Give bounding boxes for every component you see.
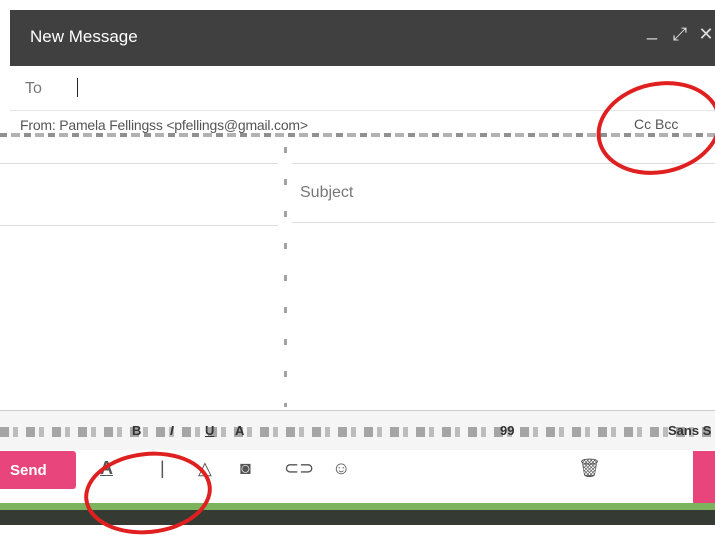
send-label: Send — [10, 461, 47, 479]
expand-icon[interactable]: ⤢ — [670, 24, 690, 48]
from-address: From: Pamela Fellingss <pfellings@gmail.… — [20, 117, 308, 133]
subject-field[interactable] — [296, 176, 700, 210]
divider — [0, 163, 278, 164]
close-icon[interactable]: ✕ — [696, 24, 715, 48]
emoji-icon[interactable]: ☺ — [332, 458, 350, 479]
render-artifact — [0, 427, 715, 437]
to-label: To — [25, 80, 42, 97]
attach-icon[interactable]: | — [160, 458, 165, 479]
bold-button[interactable]: B — [132, 423, 141, 438]
window-title: New Message — [30, 27, 138, 46]
message-body[interactable] — [292, 224, 715, 406]
to-field[interactable] — [70, 75, 594, 101]
divider — [0, 225, 278, 226]
formatting-toolbar: B I U A 99 Sans S — [0, 410, 715, 452]
right-edge-button[interactable] — [693, 451, 715, 503]
left-pane — [0, 147, 278, 407]
underline-button[interactable]: U — [205, 423, 214, 438]
bottom-strip — [0, 510, 715, 525]
font-color-button[interactable]: A — [235, 423, 244, 438]
divider — [292, 163, 715, 164]
trash-icon[interactable]: 🗑 — [578, 458, 601, 479]
font-family-select[interactable]: Sans S — [668, 423, 711, 438]
cc-bcc-link[interactable]: Cc Bcc — [634, 116, 678, 132]
from-row: From: Pamela Fellingss <pfellings@gmail.… — [0, 112, 715, 142]
divider — [292, 222, 715, 223]
link-icon[interactable]: ⊂⊃ — [284, 458, 314, 479]
render-artifact — [0, 133, 715, 137]
drive-icon[interactable]: △ — [198, 458, 212, 479]
send-button[interactable]: Send — [0, 451, 76, 489]
compose-titlebar: New Message _ ⤢ ✕ — [10, 10, 715, 66]
minimize-button[interactable]: _ — [642, 20, 662, 44]
italic-button[interactable]: I — [170, 423, 174, 438]
photo-icon[interactable]: ◙ — [240, 458, 251, 479]
pane-divider — [284, 147, 287, 407]
format-text-icon[interactable]: A — [100, 458, 113, 479]
quote-button[interactable]: 99 — [500, 423, 514, 438]
text-caret — [77, 78, 78, 97]
to-row: To — [10, 66, 715, 111]
